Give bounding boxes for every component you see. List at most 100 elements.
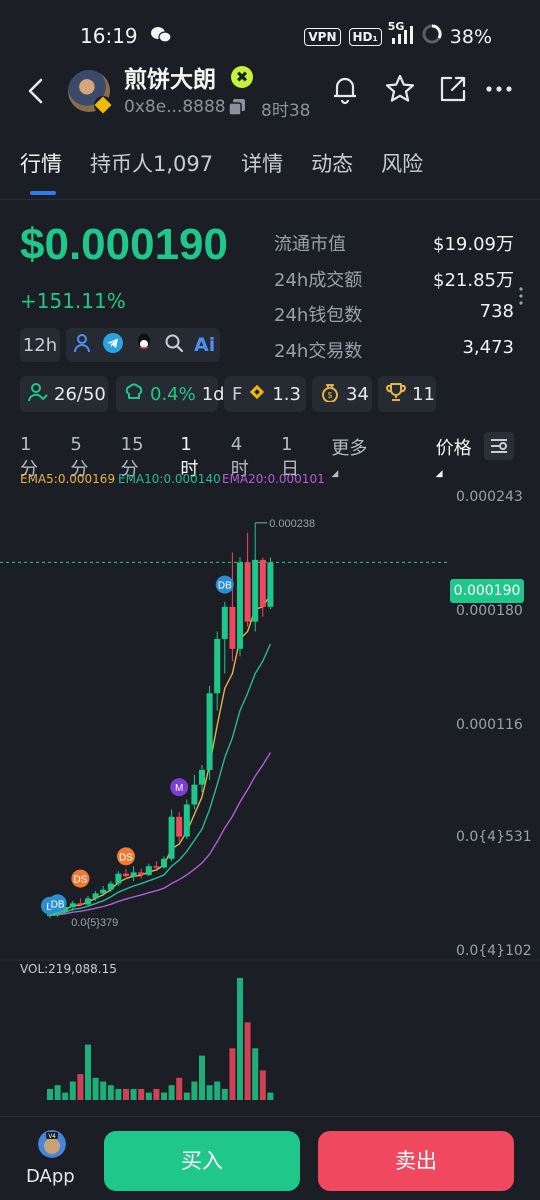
price-change: +151.11% [20,289,126,313]
candle-body [259,559,266,607]
stat-label: 流通市值 [274,234,346,255]
trade-marker-label: DB [218,581,232,592]
f-score-chip[interactable]: F 1.3 [224,376,306,412]
y-tick: 0.0{4}531 [456,829,532,845]
bags-chip[interactable]: $ 34 [312,376,372,412]
candle-body [100,889,107,894]
status-bar: 16:19 VPN HD₁ 5G 38% [0,0,540,70]
volume-bar [229,1048,236,1100]
search-icon[interactable] [164,333,184,358]
tab-details[interactable]: 详情 [241,148,283,178]
trophy-icon [386,382,406,407]
candle-body [85,898,91,905]
ema20-line [49,752,271,917]
candle-body [267,562,274,607]
low-price-label: 0.0{5}379 [71,917,118,929]
volume-bar [107,1085,114,1100]
candle-body [206,693,213,770]
caret-icon: ◢ [331,469,339,479]
volume-bar [176,1077,183,1100]
dapp-label[interactable]: DApp [26,1166,75,1187]
divider [0,199,540,200]
tab-market[interactable]: 行情 [20,148,62,178]
candle-body [214,638,221,694]
user-icon[interactable] [72,333,92,358]
volume-bar [130,1088,137,1100]
candle-body [183,804,190,837]
holders-chip[interactable]: 26/50 [20,376,108,412]
stats-panel: 流通市值 $19.09万 24h成交额 $21.85万 24h钱包数 738 24h交… [274,230,514,372]
candle-body [145,866,152,875]
f-score-value: 1.3 [272,383,301,405]
candle-body [221,606,228,639]
more-icon[interactable] [484,72,518,106]
ema5-legend: EMA5:0.000169 [20,472,116,486]
contract-address[interactable]: 0x8e...8888 [124,97,226,117]
candle-body [176,816,183,837]
ai-icon[interactable]: Ai [194,334,215,356]
volume-label: VOL:219,088.15 [20,962,117,976]
vertical-more-icon[interactable] [518,286,524,306]
y-tick: 0.000116 [456,717,523,733]
candle-body [123,873,129,877]
top-holders-chip[interactable]: 0.4% 1d [116,376,225,412]
candle-body [252,559,259,622]
volume-bar [252,1048,259,1100]
stat-row-wallets: 24h钱包数 738 [274,301,514,337]
trophy-value: 11 [412,383,435,405]
period-tag[interactable]: 12h [20,328,60,362]
stat-row-trades: 24h交易数 3,473 [274,337,514,373]
network-type: 5G [387,20,405,33]
copy-icon[interactable] [228,98,246,116]
stat-row-market-cap: 流通市值 $19.09万 [274,230,514,266]
stat-value: 3,473 [462,336,514,358]
sell-button[interactable]: 卖出 [318,1131,514,1191]
candle-body [107,883,114,890]
trade-marker-label: DB [51,899,65,910]
current-price: $0.000190 [20,220,228,269]
candle-body [199,769,205,785]
token-age: 8时38 [261,101,311,121]
tab-bar: 行情 持币人1,097 详情 动态 风险 [20,148,423,178]
status-right: VPN HD₁ 5G 38% [304,20,492,49]
telegram-icon[interactable] [102,332,124,359]
candle-body [92,893,99,899]
back-icon[interactable] [22,76,52,106]
volume-bar [115,1088,122,1100]
star-icon[interactable] [383,72,417,106]
stat-value: $19.09万 [433,234,514,255]
volume-bar [62,1092,69,1100]
y-tick: 0.0{4}102 [456,943,532,959]
candle-body [153,866,160,868]
top-holders-period: 1d [201,383,225,405]
interval-more[interactable]: 更多 ◢ [331,434,409,481]
battery-percent: 38% [449,25,492,48]
trophy-chip[interactable]: 11 [378,376,436,412]
candle-body [229,606,236,649]
volume-bar [77,1074,84,1100]
buy-button[interactable]: 买入 [104,1131,300,1191]
candle-body [168,816,175,859]
candle-body [191,784,198,805]
trade-marker-label: DS [73,875,87,886]
volume-bar [199,1055,205,1100]
stat-row-volume: 24h成交额 $21.85万 [274,266,514,302]
bell-icon[interactable] [328,72,362,106]
social-links: Ai [66,328,220,362]
tab-activity[interactable]: 动态 [311,148,353,178]
volume-bar [69,1081,76,1100]
share-icon[interactable] [436,72,470,106]
qq-icon[interactable] [134,332,154,359]
holders-value: 26/50 [54,383,106,405]
stat-value: $21.85万 [433,269,514,291]
dapp-icon[interactable]: V4 [38,1130,66,1158]
candle-body [161,858,167,868]
chart-settings-icon[interactable] [484,432,514,460]
svg-text:$: $ [328,391,333,400]
tab-holders[interactable]: 持币人1,097 [90,148,213,178]
money-bag-icon: $ [320,382,340,407]
price-mode-label: 价格 [435,438,472,459]
stat-label: 24h成交额 [274,269,363,291]
vpn-indicator: VPN [304,27,341,46]
tab-risk[interactable]: 风险 [381,148,423,178]
